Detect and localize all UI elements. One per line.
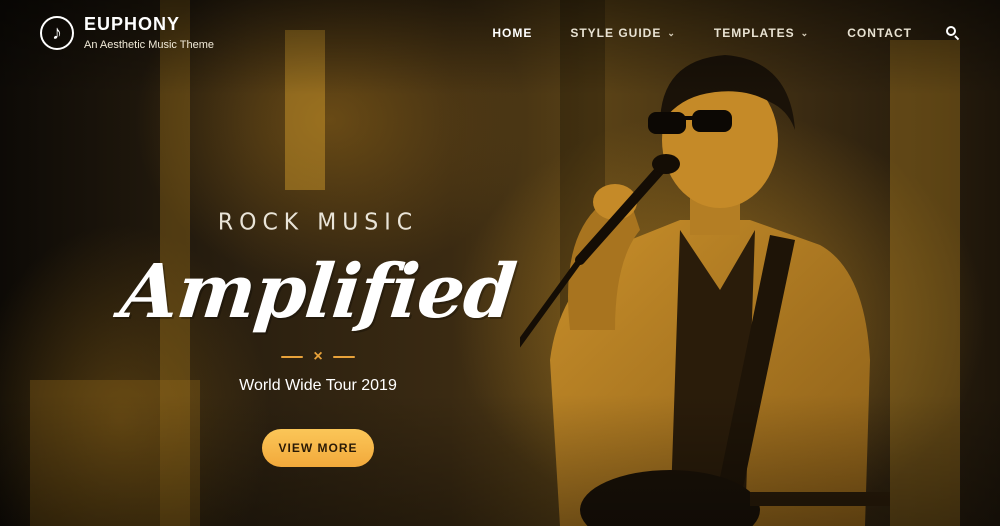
divider-x-icon: × (313, 348, 323, 365)
hero-section: ♪ EUPHONY An Aesthetic Music Theme HOME … (0, 0, 1000, 526)
chevron-down-icon: ⌄ (800, 27, 810, 38)
main-nav: HOME STYLE GUIDE ⌄ TEMPLATES ⌄ CONTACT (454, 26, 960, 41)
nav-item-label: TEMPLATES (713, 26, 795, 40)
search-icon[interactable] (946, 26, 960, 41)
nav-item-style-guide[interactable]: STYLE GUIDE ⌄ (570, 26, 676, 40)
logo-text: EUPHONY An Aesthetic Music Theme (84, 14, 214, 51)
hero-headline: Amplified (116, 249, 520, 335)
hero-subtitle: World Wide Tour 2019 (239, 377, 397, 394)
chevron-down-icon: ⌄ (667, 27, 676, 38)
nav-item-label: HOME (492, 26, 533, 40)
divider-line (332, 356, 355, 358)
brand-tagline: An Aesthetic Music Theme (84, 39, 215, 51)
divider-line (281, 356, 304, 358)
brand-name: EUPHONY (84, 14, 181, 34)
music-note-icon: ♪ (40, 15, 74, 50)
site-header: ♪ EUPHONY An Aesthetic Music Theme HOME … (0, 0, 1000, 70)
hero-divider: × (118, 349, 518, 365)
hero-content: ROCK MUSIC Amplified × World Wide Tour 2… (117, 209, 519, 467)
view-more-button[interactable]: VIEW MORE (262, 429, 374, 467)
nav-item-label: STYLE GUIDE (570, 26, 662, 40)
nav-item-home[interactable]: HOME (492, 26, 532, 40)
site-logo[interactable]: ♪ EUPHONY An Aesthetic Music Theme (40, 14, 214, 51)
hero-kicker: ROCK MUSIC (217, 209, 419, 236)
nav-item-contact[interactable]: CONTACT (847, 26, 912, 40)
nav-item-templates[interactable]: TEMPLATES ⌄ (714, 26, 809, 40)
nav-item-label: CONTACT (847, 26, 912, 40)
